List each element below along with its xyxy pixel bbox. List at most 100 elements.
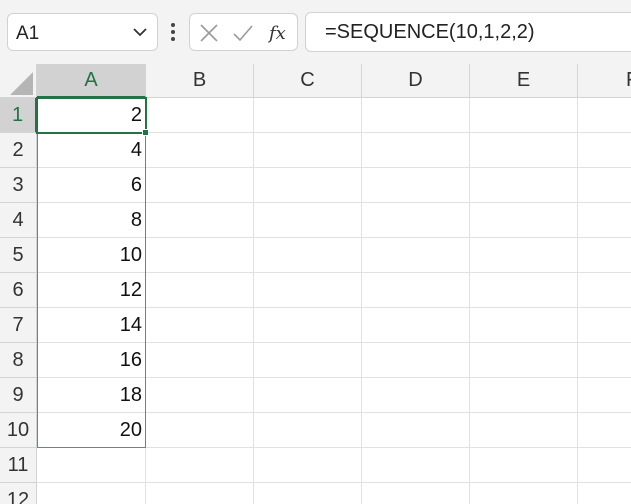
cell-c3[interactable]: [254, 168, 362, 203]
cell-a12[interactable]: [37, 483, 146, 504]
cell-b9[interactable]: [146, 378, 254, 413]
cell-e7[interactable]: [470, 308, 578, 343]
cell-e10[interactable]: [470, 413, 578, 448]
formula-bar: A1 fx =SEQUENCE(10,1,2,2): [0, 0, 631, 64]
cell-b12[interactable]: [146, 483, 254, 504]
cell-f3[interactable]: [578, 168, 631, 203]
row-header-10[interactable]: 10: [0, 413, 37, 448]
row-header-7[interactable]: 7: [0, 308, 37, 343]
row-header-6[interactable]: 6: [0, 273, 37, 308]
cell-d12[interactable]: [362, 483, 470, 504]
cell-c8[interactable]: [254, 343, 362, 378]
cell-e1[interactable]: [470, 98, 578, 133]
cell-e9[interactable]: [470, 378, 578, 413]
cell-e5[interactable]: [470, 238, 578, 273]
cell-b5[interactable]: [146, 238, 254, 273]
column-header-c[interactable]: C: [254, 64, 362, 98]
cell-a5[interactable]: 10: [37, 238, 146, 273]
cell-a8[interactable]: 16: [37, 343, 146, 378]
cell-a11[interactable]: [37, 448, 146, 483]
cell-b6[interactable]: [146, 273, 254, 308]
cell-f12[interactable]: [578, 483, 631, 504]
cell-c9[interactable]: [254, 378, 362, 413]
cell-f5[interactable]: [578, 238, 631, 273]
cell-d6[interactable]: [362, 273, 470, 308]
select-all-button[interactable]: [0, 64, 37, 98]
cell-f9[interactable]: [578, 378, 631, 413]
column-header-d[interactable]: D: [362, 64, 470, 98]
cancel-icon[interactable]: [198, 23, 220, 43]
cell-b4[interactable]: [146, 203, 254, 238]
formula-input[interactable]: =SEQUENCE(10,1,2,2): [305, 12, 631, 52]
cell-d1[interactable]: [362, 98, 470, 133]
column-header-e[interactable]: E: [470, 64, 578, 98]
cell-b11[interactable]: [146, 448, 254, 483]
cell-f6[interactable]: [578, 273, 631, 308]
row-header-4[interactable]: 4: [0, 203, 37, 238]
cell-e2[interactable]: [470, 133, 578, 168]
cell-e12[interactable]: [470, 483, 578, 504]
cell-f11[interactable]: [578, 448, 631, 483]
row-header-8[interactable]: 8: [0, 343, 37, 378]
cell-e4[interactable]: [470, 203, 578, 238]
cell-c6[interactable]: [254, 273, 362, 308]
cell-f2[interactable]: [578, 133, 631, 168]
cell-a2[interactable]: 4: [37, 133, 146, 168]
name-box[interactable]: A1: [7, 13, 158, 51]
cell-d8[interactable]: [362, 343, 470, 378]
cell-f7[interactable]: [578, 308, 631, 343]
row-header-5[interactable]: 5: [0, 238, 37, 273]
row-header-2[interactable]: 2: [0, 133, 37, 168]
cell-e6[interactable]: [470, 273, 578, 308]
cell-d7[interactable]: [362, 308, 470, 343]
enter-check-icon[interactable]: [232, 23, 254, 43]
cell-d11[interactable]: [362, 448, 470, 483]
cell-a6[interactable]: 12: [37, 273, 146, 308]
cell-f10[interactable]: [578, 413, 631, 448]
cell-f1[interactable]: [578, 98, 631, 133]
cell-b2[interactable]: [146, 133, 254, 168]
column-header-a[interactable]: A: [37, 64, 146, 98]
cell-c10[interactable]: [254, 413, 362, 448]
cell-b3[interactable]: [146, 168, 254, 203]
cell-f4[interactable]: [578, 203, 631, 238]
fill-handle[interactable]: [142, 129, 149, 136]
cell-a10[interactable]: 20: [37, 413, 146, 448]
cell-c12[interactable]: [254, 483, 362, 504]
cell-f8[interactable]: [578, 343, 631, 378]
cell-c5[interactable]: [254, 238, 362, 273]
cell-a3[interactable]: 6: [37, 168, 146, 203]
chevron-down-icon[interactable]: [133, 27, 147, 37]
cell-c11[interactable]: [254, 448, 362, 483]
cell-c7[interactable]: [254, 308, 362, 343]
cell-d4[interactable]: [362, 203, 470, 238]
column-header-b[interactable]: B: [146, 64, 254, 98]
cell-d5[interactable]: [362, 238, 470, 273]
cell-a1[interactable]: 2: [37, 98, 146, 133]
row-header-12[interactable]: 12: [0, 483, 37, 504]
column-header-f[interactable]: F: [578, 64, 631, 98]
cell-d9[interactable]: [362, 378, 470, 413]
row-header-3[interactable]: 3: [0, 168, 37, 203]
cell-a7[interactable]: 14: [37, 308, 146, 343]
cell-d2[interactable]: [362, 133, 470, 168]
cell-d3[interactable]: [362, 168, 470, 203]
cell-b1[interactable]: [146, 98, 254, 133]
cell-e3[interactable]: [470, 168, 578, 203]
cell-a4[interactable]: 8: [37, 203, 146, 238]
insert-function-icon[interactable]: fx: [268, 23, 292, 43]
cell-b10[interactable]: [146, 413, 254, 448]
cell-c1[interactable]: [254, 98, 362, 133]
cell-d10[interactable]: [362, 413, 470, 448]
row-header-11[interactable]: 11: [0, 448, 37, 483]
cell-a9[interactable]: 18: [37, 378, 146, 413]
cell-b8[interactable]: [146, 343, 254, 378]
row-header-1[interactable]: 1: [0, 98, 37, 133]
cell-e8[interactable]: [470, 343, 578, 378]
cell-b7[interactable]: [146, 308, 254, 343]
cell-e11[interactable]: [470, 448, 578, 483]
more-options-icon[interactable]: [168, 20, 178, 44]
cell-c2[interactable]: [254, 133, 362, 168]
row-header-9[interactable]: 9: [0, 378, 37, 413]
cell-c4[interactable]: [254, 203, 362, 238]
